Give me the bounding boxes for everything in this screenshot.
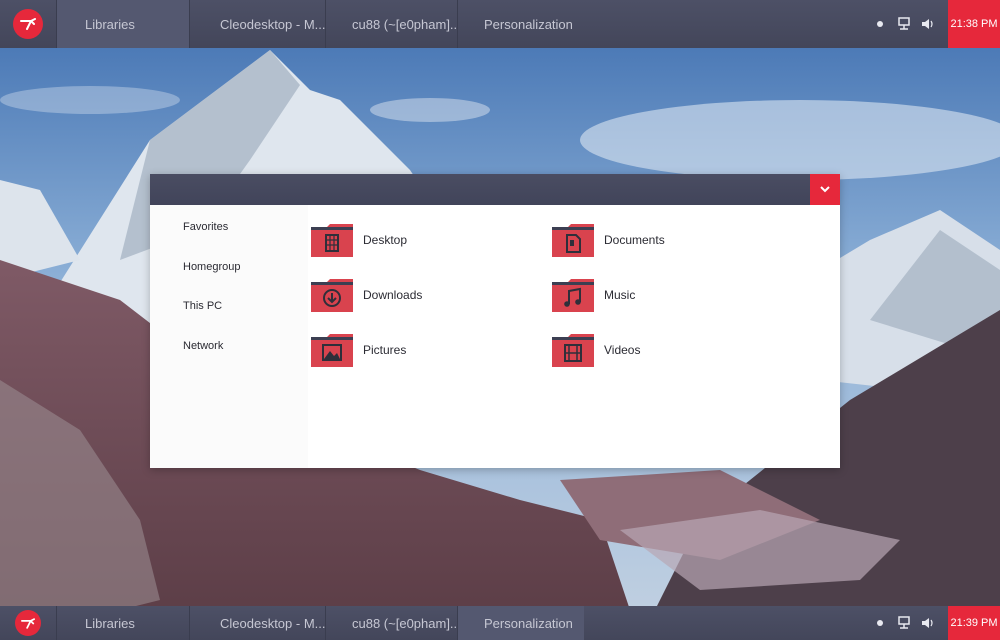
- volume-icon[interactable]: [916, 611, 940, 635]
- taskbar-item-label: cu88 (~[e0pham]...: [352, 615, 457, 631]
- taskbar-item-personalization[interactable]: Personalization: [457, 0, 584, 48]
- pictures-folder-icon: [311, 333, 353, 367]
- folder-label: Desktop: [363, 233, 408, 247]
- folder-grid: Desktop Documents Downloads Music Pictur…: [308, 205, 840, 468]
- music-folder-icon: [552, 278, 594, 312]
- taskbar-item-libraries[interactable]: Libraries: [56, 606, 189, 640]
- folder-label: Downloads: [363, 288, 423, 302]
- start-button[interactable]: [0, 0, 56, 48]
- start-logo-icon: [15, 610, 41, 636]
- system-tray: 21:38 PM: [868, 0, 1000, 48]
- navigation-pane: Favorites Homegroup This PC Network: [150, 205, 308, 468]
- taskbar-item-label: Libraries: [85, 16, 135, 32]
- taskbar-item-personalization[interactable]: Personalization: [457, 606, 584, 640]
- nav-item-this-pc[interactable]: This PC: [183, 300, 222, 312]
- taskbar-top: Libraries Cleodesktop - M... cu88 (~[e0p…: [0, 0, 1000, 48]
- folder-music[interactable]: Music: [552, 278, 635, 312]
- clock-time: 21:38 PM: [950, 18, 998, 30]
- nav-item-network[interactable]: Network: [183, 340, 223, 352]
- system-tray: 21:39 PM: [868, 606, 1000, 640]
- nav-item-favorites[interactable]: Favorites: [183, 221, 228, 233]
- folder-pictures[interactable]: Pictures: [311, 333, 406, 367]
- start-logo-icon: [13, 9, 43, 39]
- taskbar-item-label: Libraries: [85, 615, 135, 631]
- notification-dot-icon[interactable]: [868, 611, 892, 635]
- taskbar-item-label: cu88 (~[e0pham]...: [352, 16, 457, 32]
- volume-icon[interactable]: [916, 12, 940, 36]
- taskbar-item-libraries[interactable]: Libraries: [56, 0, 189, 48]
- clock-time: 21:39 PM: [950, 617, 998, 629]
- file-explorer-window: Favorites Homegroup This PC Network Desk…: [150, 174, 840, 468]
- downloads-folder-icon: [311, 278, 353, 312]
- network-icon[interactable]: [892, 12, 916, 36]
- chevron-down-icon: [820, 186, 830, 193]
- folder-label: Music: [604, 288, 636, 302]
- folder-videos[interactable]: Videos: [552, 333, 640, 367]
- taskbar-item-label: Cleodesktop - M...: [220, 615, 325, 631]
- taskbar-item-terminal[interactable]: cu88 (~[e0pham]...: [325, 0, 457, 48]
- window-menu-button[interactable]: [810, 174, 840, 205]
- folder-label: Videos: [604, 343, 641, 357]
- desktop-folder-icon: [311, 223, 353, 257]
- start-button[interactable]: [0, 606, 56, 640]
- documents-folder-icon: [552, 223, 594, 257]
- window-titlebar[interactable]: [150, 174, 840, 205]
- folder-label: Pictures: [363, 343, 407, 357]
- folder-documents[interactable]: Documents: [552, 223, 665, 257]
- nav-item-homegroup[interactable]: Homegroup: [183, 261, 240, 273]
- taskbar-item-terminal[interactable]: cu88 (~[e0pham]...: [325, 606, 457, 640]
- taskbar-item-label: Personalization: [484, 16, 573, 32]
- taskbar-item-cleodesktop[interactable]: Cleodesktop - M...: [189, 0, 325, 48]
- videos-folder-icon: [552, 333, 594, 367]
- folder-downloads[interactable]: Downloads: [311, 278, 422, 312]
- folder-label: Documents: [604, 233, 665, 247]
- taskbar-item-label: Cleodesktop - M...: [220, 16, 325, 32]
- clock[interactable]: 21:39 PM: [948, 606, 1000, 640]
- clock[interactable]: 21:38 PM: [948, 0, 1000, 48]
- notification-dot-icon[interactable]: [868, 12, 892, 36]
- taskbar-bottom: Libraries Cleodesktop - M... cu88 (~[e0p…: [0, 606, 1000, 640]
- taskbar-item-cleodesktop[interactable]: Cleodesktop - M...: [189, 606, 325, 640]
- network-icon[interactable]: [892, 611, 916, 635]
- taskbar-item-label: Personalization: [484, 615, 573, 631]
- folder-desktop[interactable]: Desktop: [311, 223, 407, 257]
